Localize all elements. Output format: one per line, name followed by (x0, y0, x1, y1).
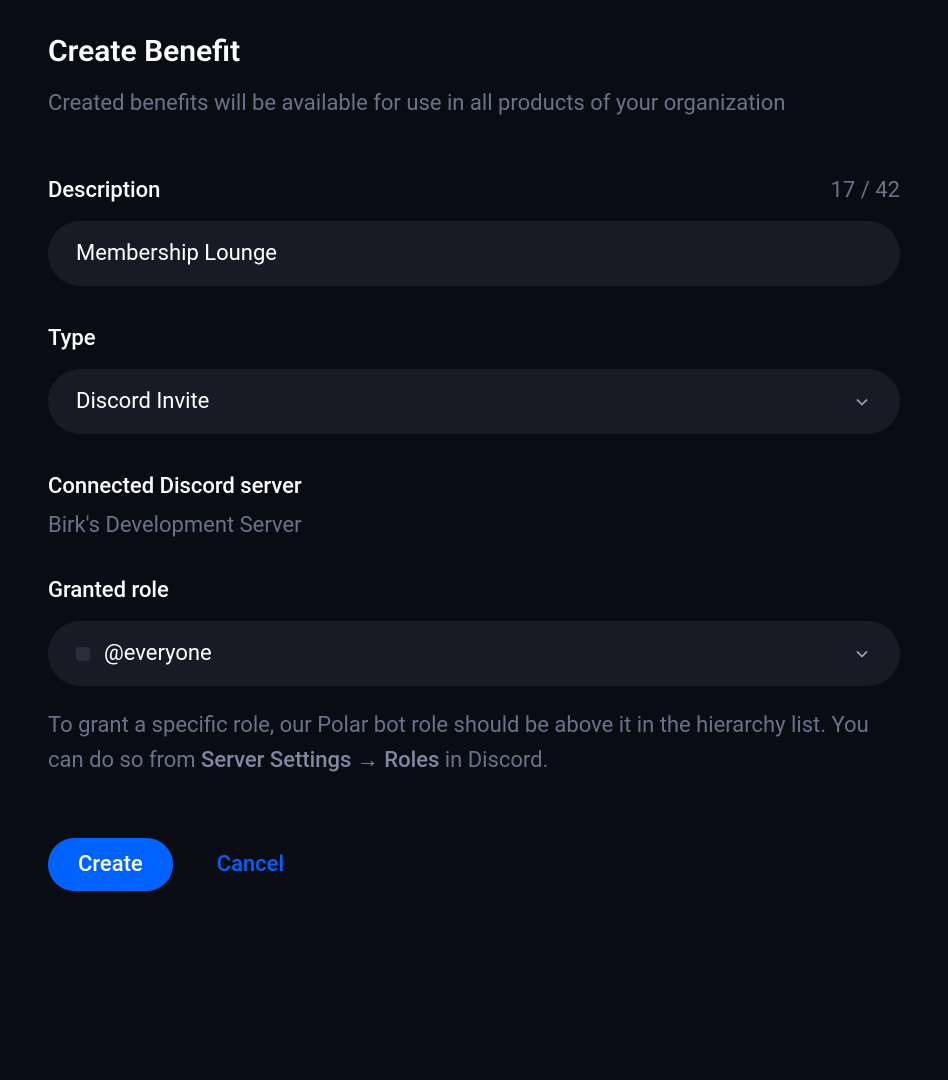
connected-server-label: Connected Discord server (48, 474, 900, 499)
chevron-down-icon (852, 644, 872, 664)
cancel-button[interactable]: Cancel (217, 852, 284, 877)
granted-role-help-text: To grant a specific role, our Polar bot … (48, 708, 900, 778)
type-selected-value: Discord Invite (76, 389, 209, 414)
connected-server-group: Connected Discord server Birk's Developm… (48, 474, 900, 538)
granted-role-select[interactable]: @everyone (48, 621, 900, 686)
page-title: Create Benefit (48, 34, 900, 69)
description-group: Description 17 / 42 (48, 178, 900, 286)
create-button[interactable]: Create (48, 838, 173, 891)
description-input[interactable] (48, 221, 900, 286)
role-color-icon (76, 647, 90, 661)
connected-server-name: Birk's Development Server (48, 513, 900, 538)
type-group: Type Discord Invite (48, 326, 900, 434)
type-label: Type (48, 326, 96, 351)
page-subtitle: Created benefits will be available for u… (48, 87, 900, 120)
granted-role-group: Granted role @everyone To grant a specif… (48, 578, 900, 778)
chevron-down-icon (852, 392, 872, 412)
granted-role-label: Granted role (48, 578, 169, 603)
button-row: Create Cancel (48, 838, 900, 891)
description-label: Description (48, 178, 160, 203)
granted-role-selected-value: @everyone (104, 641, 212, 666)
char-counter: 17 / 42 (831, 178, 900, 203)
type-select[interactable]: Discord Invite (48, 369, 900, 434)
